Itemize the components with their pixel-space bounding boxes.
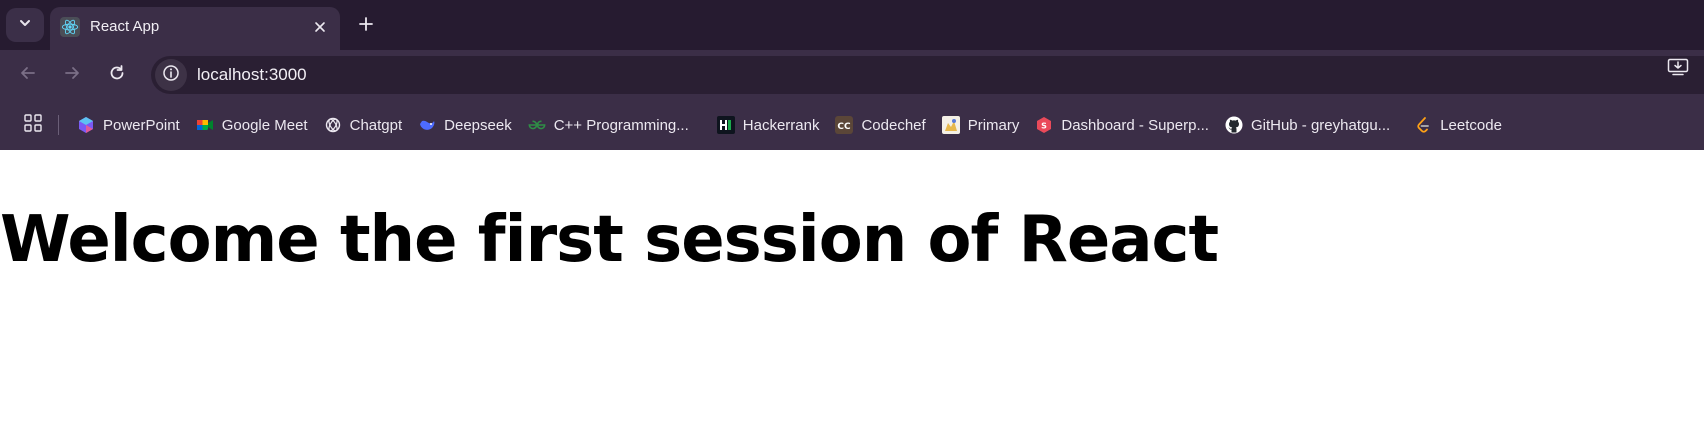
bookmark-dashboard-superprof[interactable]: S Dashboard - Superp...: [1027, 109, 1217, 141]
bookmark-codechef[interactable]: CC Codechef: [827, 109, 933, 141]
bookmark-label: PowerPoint: [103, 116, 180, 134]
bookmark-github[interactable]: GitHub - greyhatgu...: [1217, 109, 1398, 141]
bookmark-label: Google Meet: [221, 116, 308, 134]
primary-icon: [941, 116, 960, 134]
bookmark-cpp-programming[interactable]: C++ Programming...: [520, 109, 697, 141]
bookmark-label: Primary: [967, 116, 1020, 134]
info-icon: [162, 64, 180, 87]
chatgpt-icon: [324, 116, 342, 134]
hackerrank-icon: [716, 116, 735, 134]
svg-text:S: S: [1041, 122, 1047, 131]
superprof-icon: S: [1035, 116, 1053, 134]
bookmark-label: Chatgpt: [349, 116, 403, 134]
close-tab-icon[interactable]: [310, 17, 330, 37]
reload-icon: [108, 64, 126, 87]
bookmark-label: Dashboard - Superp...: [1061, 116, 1209, 134]
bookmark-leetcode[interactable]: Leetcode: [1406, 109, 1510, 141]
install-app-button[interactable]: [1666, 58, 1690, 81]
arrow-right-icon: [63, 64, 81, 87]
forward-button[interactable]: [58, 61, 86, 89]
bookmark-google-meet[interactable]: Google Meet: [188, 109, 316, 141]
bookmark-primary[interactable]: Primary: [934, 109, 1028, 141]
apps-button[interactable]: [20, 112, 46, 138]
bookmark-powerpoint[interactable]: PowerPoint: [69, 109, 188, 141]
page-content: Welcome the first session of React: [0, 150, 1704, 436]
reload-button[interactable]: [103, 61, 131, 89]
geeksforgeeks-icon: [528, 116, 546, 134]
bookmark-chatgpt[interactable]: Chatgpt: [316, 109, 411, 141]
site-info-button[interactable]: [155, 59, 187, 91]
arrow-left-icon: [19, 64, 37, 87]
github-icon: [1225, 116, 1243, 134]
browser-toolbar: localhost:3000: [0, 50, 1704, 100]
bookmark-label: Leetcode: [1440, 116, 1502, 134]
tab-strip: React App: [0, 0, 1704, 50]
chevron-down-icon: [18, 16, 32, 35]
svg-text:CC: CC: [838, 122, 852, 132]
bookmark-label: Deepseek: [444, 116, 512, 134]
new-tab-button[interactable]: [352, 12, 380, 40]
google-meet-icon: [196, 116, 214, 134]
apps-grid-icon: [23, 113, 43, 138]
browser-window: React App localhost:3000 PowerPoint Goog…: [0, 0, 1704, 436]
powerpoint-icon: [77, 116, 95, 134]
bookmark-label: Codechef: [861, 116, 926, 134]
page-heading: Welcome the first session of React: [0, 203, 1219, 277]
codechef-icon: CC: [835, 116, 854, 134]
url-text[interactable]: localhost:3000: [197, 65, 307, 85]
bookmark-hackerrank[interactable]: Hackerrank: [709, 109, 828, 141]
tab-react-app[interactable]: React App: [50, 7, 340, 50]
react-icon: [60, 16, 80, 37]
deepseek-icon: [418, 116, 436, 134]
bookmark-label: GitHub - greyhatgu...: [1250, 116, 1391, 134]
bookmarks-bar: PowerPoint Google Meet Chatgpt Deepseek …: [0, 100, 1704, 150]
plus-icon: [358, 16, 374, 37]
address-bar[interactable]: localhost:3000: [151, 56, 1704, 94]
leetcode-icon: [1414, 116, 1432, 134]
bookmarks-divider: [58, 115, 59, 135]
tab-title: React App: [90, 18, 160, 35]
tab-search-button[interactable]: [6, 8, 44, 42]
bookmark-label: Hackerrank: [742, 116, 820, 134]
bookmark-deepseek[interactable]: Deepseek: [410, 109, 520, 141]
install-icon: [1667, 58, 1689, 81]
bookmark-label: C++ Programming...: [553, 116, 689, 134]
back-button[interactable]: [14, 61, 42, 89]
